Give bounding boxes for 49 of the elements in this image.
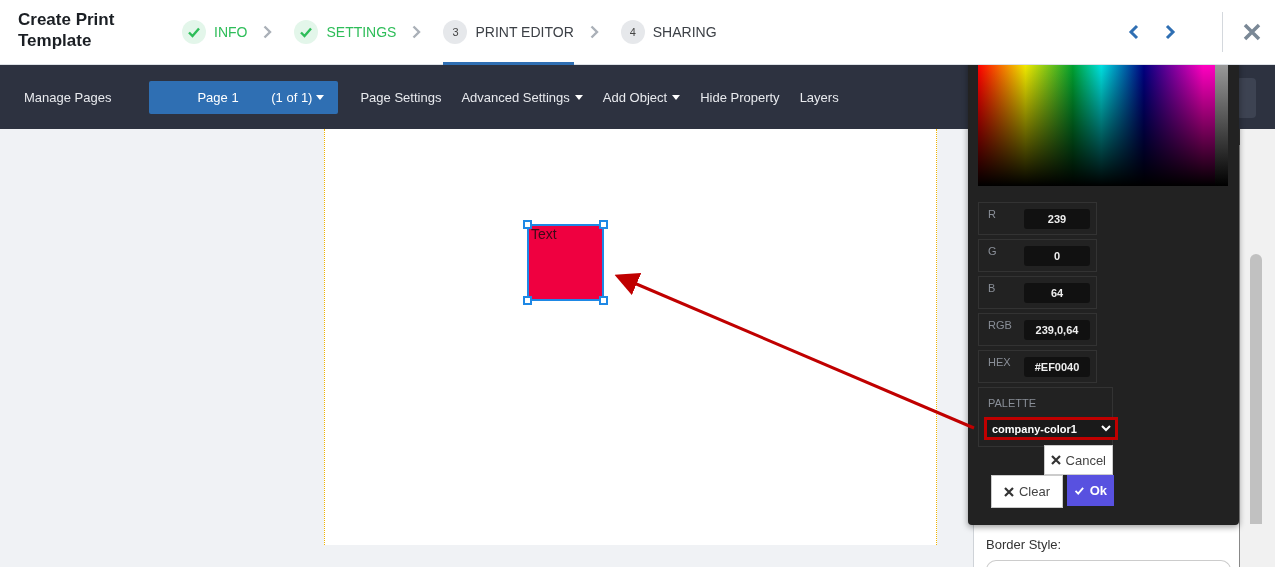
toolbar-menu-item[interactable]: Advanced Settings [461,89,583,105]
cancel-button[interactable]: Cancel [1043,445,1113,475]
resize-handle[interactable] [523,296,532,305]
field-label: Border Style: [986,537,1062,552]
channel-field[interactable]: 64 [1024,283,1090,303]
step-number: 3 [452,26,459,38]
ok-button[interactable]: Ok [1067,475,1114,506]
page-select[interactable]: Page 1 (1 of 1) [149,80,339,114]
previous-button[interactable] [1128,24,1140,40]
channel-field[interactable]: 0 [1024,246,1090,266]
channel-label: G [988,245,997,257]
resize-handle[interactable] [523,220,532,229]
close-icon [1003,486,1014,497]
next-button[interactable] [1164,24,1176,40]
palette-label: PALETTE [988,397,1037,409]
channel-label: B [988,282,996,294]
shape-text: Text [530,226,558,242]
caret-icon [316,94,325,100]
scrollbar[interactable] [1240,129,1275,567]
chevron-down-icon [1101,425,1111,432]
channel-label: R [988,208,996,220]
resize-handle[interactable] [599,296,608,305]
channel-field[interactable]: 239 [1024,209,1090,229]
wizard-step[interactable]: 4 SHARING [620,0,717,65]
toolbar-menu-item[interactable]: Layers [799,89,839,105]
caret-icon [672,94,681,100]
resize-handle[interactable] [599,220,608,229]
check-icon [299,25,314,39]
close-icon [1050,455,1061,465]
check-icon [1074,484,1085,497]
manage-pages-link[interactable]: Manage Pages [24,89,112,105]
palette-select[interactable]: company-color1 [984,417,1118,440]
channel-label: RGB [988,319,1012,331]
toolbar-menu-item[interactable]: Add Object [602,89,681,105]
clear-button[interactable]: Clear [991,475,1063,508]
page-title: Create Print Template [17,9,116,51]
color-spectrum[interactable] [978,65,1228,186]
check-icon [187,25,201,39]
channel-field[interactable]: 239,0,64 [1024,320,1090,340]
chevron-icon [263,25,273,39]
step-number: 4 [629,26,636,38]
channel-label: HEX [988,356,1011,368]
channel-field[interactable]: #EF0040 [1024,357,1090,377]
toolbar-menu-item[interactable]: Hide Property [700,89,780,105]
toolbar-menu-item[interactable]: Page Settings [360,89,442,105]
close-button[interactable] [1243,23,1261,41]
chevron-icon [589,25,599,39]
caret-icon [574,94,583,100]
chevron-icon [412,25,422,39]
